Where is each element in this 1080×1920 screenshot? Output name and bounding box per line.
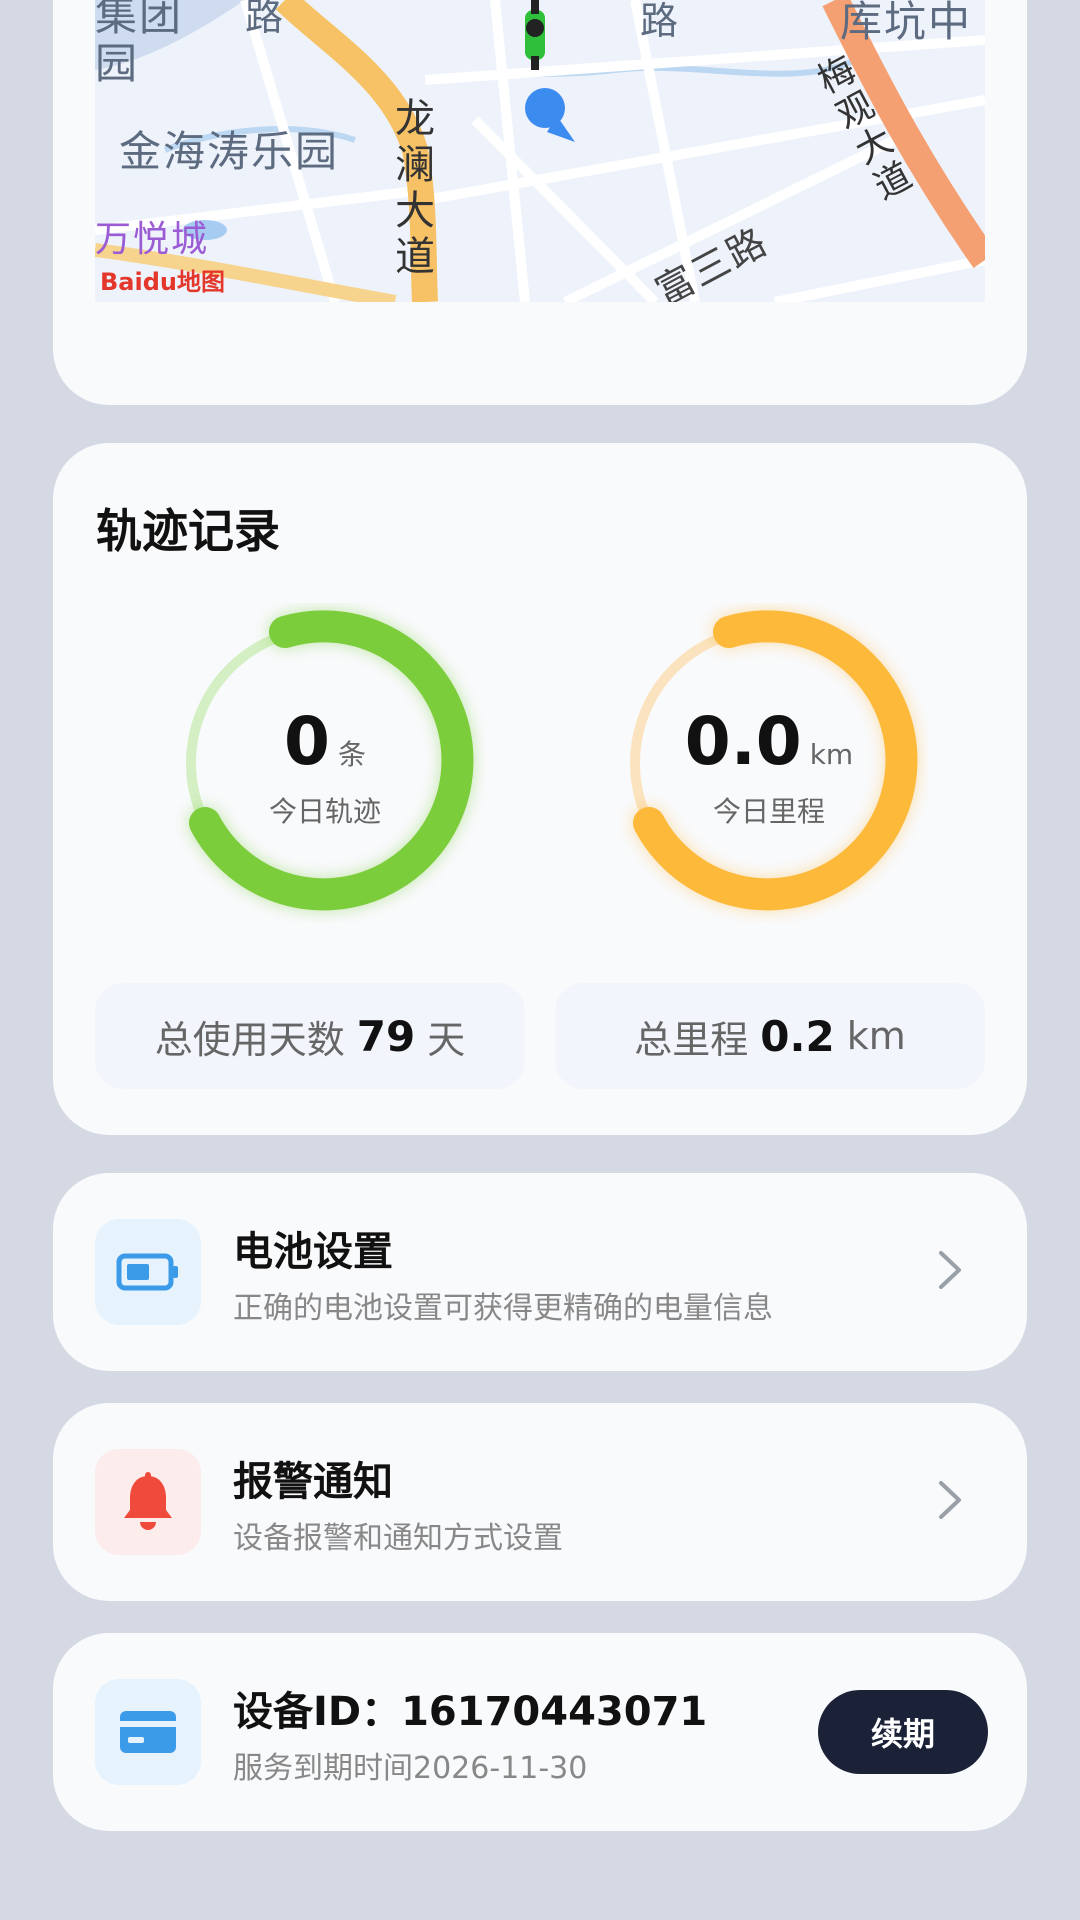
device-info-row: 设备ID：16170443071 服务到期时间2026-11-30 续期 <box>53 1633 1027 1831</box>
chevron-right-icon <box>939 1251 961 1289</box>
map-label-jinhai: 金海涛乐园 <box>119 127 340 176</box>
today-tracks-unit: 条 <box>337 738 366 771</box>
total-days-value: 79 <box>356 1011 416 1061</box>
today-mileage-value: 0.0 <box>684 703 802 780</box>
today-tracks-label: 今日轨迹 <box>268 795 381 828</box>
device-id-title: 设备ID：16170443071 <box>233 1689 708 1735</box>
battery-settings-subtitle: 正确的电池设置可获得更精确的电量信息 <box>233 1291 773 1326</box>
renew-button[interactable]: 续期 <box>818 1690 988 1774</box>
map-label-wanyue: 万悦城 <box>95 219 210 260</box>
map-label-kukeng: 库坑中 <box>840 0 973 46</box>
total-days-stat: 总使用天数 79 天 <box>95 983 525 1089</box>
map-label-lu-top: 路 <box>640 0 681 43</box>
today-tracks-ring: 0条 今日轨迹 <box>165 603 485 923</box>
total-mileage-stat: 总里程 0.2 km <box>555 983 985 1089</box>
total-days-unit: 天 <box>427 1017 466 1062</box>
today-mileage-ring: 0.0 km 今日里程 <box>609 603 929 923</box>
map-label-longlan: 龙澜大道 <box>395 96 437 280</box>
bell-icon <box>95 1449 201 1555</box>
battery-settings-title: 电池设置 <box>233 1229 393 1275</box>
map-card: 集团 园 路 路 库坑中 金海涛乐园 龙澜大道 梅观大道 富三路 万悦城 Bai… <box>53 0 1027 405</box>
battery-settings-row[interactable]: 电池设置 正确的电池设置可获得更精确的电量信息 <box>53 1173 1027 1371</box>
scooter-marker-icon <box>525 0 545 70</box>
track-record-title: 轨迹记录 <box>96 504 280 558</box>
total-mileage-prefix: 总里程 <box>634 1017 749 1062</box>
chevron-right-icon <box>939 1481 961 1519</box>
location-dot-icon <box>525 88 575 142</box>
track-record-card: 轨迹记录 0条 今日轨迹 0.0 km 今日里程 总使用天数 79 天 总里程 … <box>53 443 1027 1135</box>
card-icon <box>95 1679 201 1785</box>
alarm-notification-row[interactable]: 报警通知 设备报警和通知方式设置 <box>53 1403 1027 1601</box>
total-mileage-unit: km <box>846 1014 906 1058</box>
service-expiry-text: 服务到期时间2026-11-30 <box>233 1751 588 1786</box>
total-mileage-value: 0.2 <box>760 1011 835 1061</box>
map-label-yuan: 园 <box>95 39 140 88</box>
alarm-notification-subtitle: 设备报警和通知方式设置 <box>233 1521 563 1556</box>
today-mileage-label: 今日里程 <box>712 795 825 828</box>
total-days-prefix: 总使用天数 <box>154 1017 345 1062</box>
today-tracks-value: 0 <box>284 703 330 780</box>
location-map[interactable]: 集团 园 路 路 库坑中 金海涛乐园 龙澜大道 梅观大道 富三路 万悦城 Bai… <box>95 0 985 302</box>
battery-icon <box>95 1219 201 1325</box>
baidu-map-logo: Baidu地图 <box>100 268 225 296</box>
today-mileage-unit: km <box>809 738 854 771</box>
map-label-lu-left: 路 <box>245 0 286 39</box>
alarm-notification-title: 报警通知 <box>233 1459 393 1505</box>
